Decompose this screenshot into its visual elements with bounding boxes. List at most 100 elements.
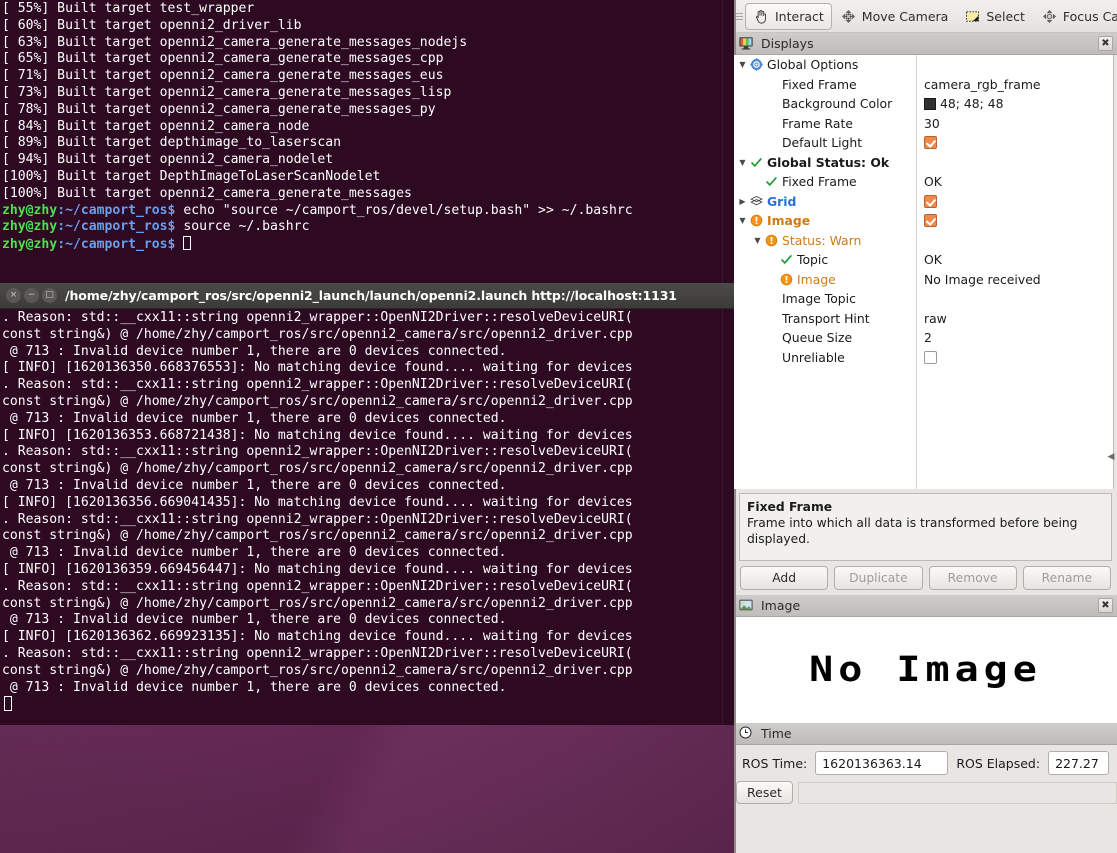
display-property-row[interactable]: Frame Rate 30 [734,114,1113,134]
display-property-value-cell[interactable] [916,136,937,150]
display-property-row[interactable]: ▼ Global Status: Ok [734,153,1113,173]
display-property-label: Image Topic [782,291,856,307]
display-property-row[interactable]: ▼ Global Options [734,55,1113,75]
display-property-row[interactable]: ▼ Image [734,211,1113,231]
chevron-down-icon[interactable]: ▼ [751,236,764,245]
terminal-line: [ 73%] Built target openni2_camera_gener… [2,84,452,100]
prompt-user: zhy@zhy [2,237,58,253]
displays-button-row: Add Duplicate Remove Rename [734,561,1117,595]
chevron-down-icon[interactable]: ▼ [736,216,749,225]
terminal-line: [ INFO] [1620136353.668721438]: No match… [2,427,633,443]
display-property-label: Default Light [782,135,863,151]
close-window-button[interactable]: × [6,288,21,303]
terminal-command: echo "source ~/camport_ros/devel/setup.b… [175,202,633,218]
toolbar-drag-handle[interactable] [736,5,743,27]
screen-root: [ 55%] Built target test_wrapper[ 60%] B… [0,0,1117,853]
display-property-value: raw [924,310,947,326]
displays-panel-title: Displays [761,36,814,51]
display-property-row[interactable]: Topic OK [734,250,1113,270]
tool-select-label: Select [986,8,1025,24]
display-property-row[interactable]: ▼ Status: Warn [734,231,1113,251]
reset-button[interactable]: Reset [736,781,793,804]
tree-column-separator[interactable] [916,55,917,489]
display-property-row[interactable]: Fixed Frame OK [734,172,1113,192]
display-monitor-icon [738,35,755,52]
display-property-value-cell[interactable]: 48; 48; 48 [916,96,1004,111]
display-property-row[interactable]: Background Color 48; 48; 48 [734,94,1113,114]
terminal-line: @ 713 : Invalid device number 1, there a… [2,612,507,628]
display-property-row[interactable]: Fixed Frame camera_rgb_frame [734,75,1113,95]
enable-checkbox[interactable] [924,194,937,208]
hand-icon [753,8,770,25]
terminal-line: [ INFO] [1620136362.669923135]: No match… [2,629,633,645]
display-property-value: 48; 48; 48 [940,96,1004,112]
display-property-value-cell[interactable]: No Image received [916,272,1041,287]
chevron-right-icon[interactable]: ▶ [736,197,749,206]
display-property-value-cell[interactable]: OK [916,174,942,189]
enable-checkbox[interactable] [924,214,937,228]
rename-display-button[interactable]: Rename [1022,566,1111,590]
display-property-name-cell: Fixed Frame [734,174,916,189]
prompt-user: zhy@zhy [2,219,58,235]
display-property-row[interactable]: Transport Hint raw [734,309,1113,329]
tool-select-button[interactable]: Select [956,3,1033,30]
display-property-name-cell: Frame Rate [734,116,916,131]
tool-interact-button[interactable]: Interact [745,2,832,30]
clock-icon [738,725,755,742]
remove-display-button[interactable]: Remove [928,566,1017,590]
display-property-name-cell: Image [734,272,916,287]
terminal-build-scrollbar[interactable] [722,0,734,283]
display-property-value-cell[interactable]: 2 [916,330,932,345]
terminal-window-build[interactable]: [ 55%] Built target test_wrapper[ 60%] B… [0,0,734,283]
terminal-roslaunch-scrollbar[interactable] [722,309,734,725]
enable-checkbox[interactable] [924,350,937,364]
window-controls[interactable]: × − □ [6,288,57,303]
display-property-value-cell[interactable] [916,214,937,228]
prompt-path: :~/camport_ros$ [57,237,176,253]
image-panel-title: Image [761,598,801,613]
color-swatch[interactable] [924,97,936,110]
display-property-value-cell[interactable]: OK [916,252,942,267]
display-property-row[interactable]: Unreliable [734,348,1113,368]
chevron-down-icon[interactable]: ▼ [736,158,749,167]
display-property-value-cell[interactable] [916,194,937,208]
display-property-value-cell[interactable]: 30 [916,116,940,131]
maximize-window-button[interactable]: □ [42,288,57,303]
display-property-row[interactable]: Default Light [734,133,1113,153]
display-property-value-cell[interactable]: raw [916,311,947,326]
display-property-row[interactable]: Image Topic [734,289,1113,309]
ros-elapsed-field[interactable]: 227.27 [1048,751,1109,775]
display-property-value-cell[interactable]: camera_rgb_frame [916,77,1041,92]
display-property-value: 30 [924,115,940,131]
enable-checkbox[interactable] [924,136,937,150]
tool-move-camera-button[interactable]: Move Camera [832,3,957,30]
display-property-row[interactable]: Queue Size 2 [734,328,1113,348]
rviz-window: Interact Move Camera Select Focus Ca Dis… [734,0,1117,853]
tool-focus-camera-button[interactable]: Focus Camera [1033,3,1117,30]
display-property-row[interactable]: Image No Image received [734,270,1113,290]
display-property-value: camera_rgb_frame [924,76,1041,92]
display-property-label: Fixed Frame [782,174,857,190]
terminal-line: [ 63%] Built target openni2_camera_gener… [2,34,468,50]
image-panel-close-icon[interactable]: ✖ [1098,598,1113,613]
chevron-down-icon[interactable]: ▼ [736,60,749,69]
duplicate-display-button[interactable]: Duplicate [834,566,923,590]
image-panel-canvas[interactable]: No Image [734,617,1117,723]
displays-tree[interactable]: ▼ Global Options Fixed Frame camera_rgb_fra… [734,55,1113,489]
display-property-value: 2 [924,330,932,346]
terminal-line: . Reason: std::__cxx11::string openni2_w… [2,444,633,460]
display-property-value: No Image received [924,271,1041,287]
displays-close-icon[interactable]: ✖ [1098,36,1113,51]
minimize-window-button[interactable]: − [24,288,39,303]
display-property-row[interactable]: ▶ Grid [734,192,1113,212]
description-text: Frame into which all data is transformed… [747,516,1078,546]
ros-time-field[interactable]: 1620136363.14 [815,751,949,775]
terminal-line: [ 65%] Built target openni2_camera_gener… [2,51,444,67]
display-property-value-cell[interactable] [916,350,937,364]
time-fields-row: ROS Time: 1620136363.14 ROS Elapsed: 227… [734,745,1117,777]
time-panel-title: Time [761,726,792,741]
terminal-window-roslaunch[interactable]: × − □ /home/zhy/camport_ros/src/openni2_… [0,283,734,725]
display-property-label: Queue Size [782,330,853,346]
add-display-button[interactable]: Add [740,566,829,590]
panel-collapse-handle[interactable]: ◀ [1106,447,1116,467]
